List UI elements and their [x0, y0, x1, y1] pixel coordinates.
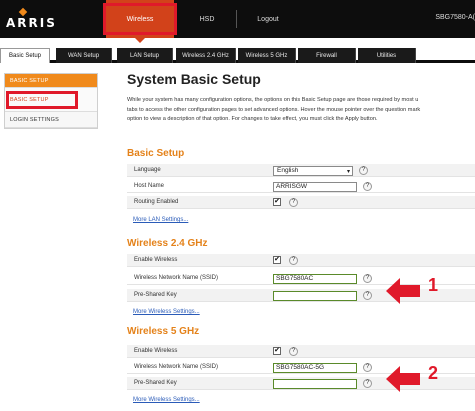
tab-utilities[interactable]: Utilities: [358, 48, 416, 63]
help-icon[interactable]: ?: [363, 291, 372, 300]
more-wireless-settings-link[interactable]: More Wireless Settings...: [133, 397, 200, 403]
tab-lan-setup[interactable]: LAN Setup: [117, 48, 173, 63]
help-icon[interactable]: ?: [363, 274, 372, 283]
help-icon[interactable]: ?: [363, 379, 372, 388]
help-icon[interactable]: ?: [359, 166, 368, 175]
page-title: System Basic Setup: [127, 71, 261, 87]
help-icon[interactable]: ?: [363, 182, 372, 191]
description-line: option to view a description of that opt…: [127, 116, 378, 123]
arris-logo: ARRIS: [6, 7, 68, 31]
left-arrow-icon: [386, 366, 420, 392]
tab-firewall[interactable]: Firewall: [298, 48, 356, 63]
chevron-down-icon: ▾: [346, 169, 350, 175]
help-icon[interactable]: ?: [363, 363, 372, 372]
top-nav-bar: ARRIS Wireless HSD Logout SBG7580-A(: [0, 0, 475, 43]
page-description: While your system has many configuration…: [127, 96, 475, 125]
language-label: Language: [134, 167, 161, 173]
routing-label: Routing Enabled: [134, 199, 179, 205]
wireless5-enable-row: Enable Wireless ✔ ?: [127, 345, 475, 358]
description-line: While your system has many configuration…: [127, 97, 419, 103]
host-name-row: Host Name ARRISGW ?: [127, 180, 475, 193]
ssid-label: Wireless Network Name (SSID): [134, 364, 219, 370]
logo-mark-icon: [18, 7, 28, 17]
psk-label: Pre-Shared Key: [134, 380, 177, 386]
wireless5-ssid-row: Wireless Network Name (SSID) SBG7580AC-5…: [127, 361, 475, 374]
annotation-highlight-box: [6, 91, 78, 109]
sidebar-item-login-settings[interactable]: LOGIN SETTINGS: [5, 112, 97, 128]
tab-basic-setup[interactable]: Basic Setup: [0, 48, 50, 63]
divider: [236, 10, 237, 28]
enable-wireless-label: Enable Wireless: [134, 257, 178, 263]
wireless24-enable-row: Enable Wireless ✔ ?: [127, 254, 475, 267]
ssid-label: Wireless Network Name (SSID): [134, 275, 219, 281]
description-line: tabs to access the other configuration p…: [127, 106, 421, 113]
section-title-wireless-5: Wireless 5 GHz: [127, 326, 200, 337]
psk-input[interactable]: [273, 379, 357, 389]
routing-row: Routing Enabled ✔ ?: [127, 196, 475, 209]
enable-wireless-checkbox[interactable]: ✔: [273, 347, 281, 355]
annotation-number: 1: [428, 275, 439, 295]
psk-input[interactable]: [273, 291, 357, 301]
enable-wireless-checkbox[interactable]: ✔: [273, 256, 281, 264]
wireless5-psk-row: Pre-Shared Key ?: [127, 377, 475, 390]
help-icon[interactable]: ?: [289, 347, 298, 356]
host-name-label: Host Name: [134, 183, 165, 189]
host-name-input[interactable]: ARRISGW: [273, 182, 357, 192]
psk-label: Pre-Shared Key: [134, 292, 177, 298]
wireless24-ssid-row: Wireless Network Name (SSID) SBG7580AC ?: [127, 272, 475, 285]
ssid-input[interactable]: SBG7580AC: [273, 274, 357, 284]
top-tab-hsd[interactable]: HSD: [184, 0, 230, 38]
more-wireless-settings-link[interactable]: More Wireless Settings...: [133, 309, 200, 315]
tab-wan-setup[interactable]: WAN Setup: [56, 48, 112, 63]
left-arrow-icon: [386, 278, 420, 304]
language-row: Language English ▾ ?: [127, 164, 475, 177]
language-select[interactable]: English ▾: [273, 166, 353, 176]
language-value: English: [277, 167, 299, 174]
section-title-basic-setup: Basic Setup: [127, 148, 185, 159]
annotation-highlight-box: [103, 3, 177, 35]
routing-checkbox[interactable]: ✔: [273, 198, 281, 206]
help-icon[interactable]: ?: [289, 256, 298, 265]
logo-text: ARRIS: [6, 16, 57, 30]
tab-bar: Basic Setup WAN Setup LAN Setup Wireless…: [0, 48, 475, 63]
tab-wireless-24[interactable]: Wireless 2.4 GHz: [176, 48, 236, 63]
more-lan-settings-link[interactable]: More LAN Settings...: [133, 217, 188, 223]
annotation-number: 2: [428, 363, 439, 383]
ssid-input[interactable]: SBG7580AC-5G: [273, 363, 357, 373]
enable-wireless-label: Enable Wireless: [134, 348, 178, 354]
wireless24-psk-row: Pre-Shared Key ?: [127, 289, 475, 302]
top-tab-logout[interactable]: Logout: [244, 0, 292, 38]
section-title-wireless-24: Wireless 2.4 GHz: [127, 238, 208, 249]
tab-wireless-5[interactable]: Wireless 5 GHz: [238, 48, 296, 63]
device-name: SBG7580-A(: [435, 14, 475, 21]
help-icon[interactable]: ?: [289, 198, 298, 207]
sidebar-header: BASIC SETUP: [5, 74, 97, 88]
